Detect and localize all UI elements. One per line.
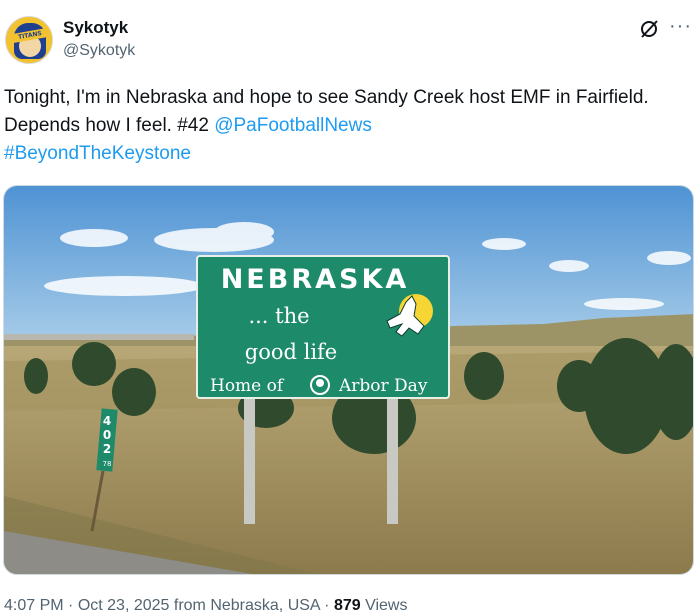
sign-footer-left: Home of bbox=[210, 376, 285, 396]
display-name[interactable]: Sykotyk bbox=[63, 18, 128, 38]
sign-line2: good life bbox=[245, 340, 337, 364]
user-handle[interactable]: @Sykotyk bbox=[63, 42, 135, 60]
sign-line1: ... the bbox=[248, 304, 309, 328]
views-label: Views bbox=[360, 597, 408, 614]
more-horizontal-icon[interactable]: ··· bbox=[669, 16, 692, 36]
meta-separator: · bbox=[319, 597, 334, 614]
mention-link[interactable]: @PaFootballNews bbox=[214, 115, 372, 136]
sign-footer-right: Arbor Day bbox=[338, 376, 428, 396]
tweet-date[interactable]: Oct 23, 2025 bbox=[78, 597, 170, 614]
tweet-meta: 4:07 PM · Oct 23, 2025 from Nebraska, US… bbox=[4, 597, 407, 615]
nebraska-sign: NEBRASKA ... the good life Home of Arbor… bbox=[196, 255, 450, 399]
hashtag-link[interactable]: #BeyondTheKeystone bbox=[4, 143, 191, 164]
meta-separator: · bbox=[63, 597, 78, 614]
sign-post-left bbox=[244, 396, 255, 524]
milepost-digit-2: 0 bbox=[103, 428, 111, 442]
tweet-location: from Nebraska, USA bbox=[169, 597, 320, 614]
milepost-digit-3: 2 bbox=[103, 442, 111, 456]
milepost-small: 78 bbox=[103, 460, 112, 468]
overpass bbox=[4, 334, 194, 340]
tweet-photo[interactable]: NEBRASKA ... the good life Home of Arbor… bbox=[3, 185, 694, 575]
sign-post-right bbox=[387, 396, 398, 524]
tweet-text: Tonight, I'm in Nebraska and hope to see… bbox=[4, 84, 694, 168]
views-count[interactable]: 879 bbox=[334, 597, 361, 614]
grok-slash-icon[interactable] bbox=[638, 18, 660, 40]
avatar[interactable]: TITANS bbox=[5, 16, 53, 64]
tweet-time[interactable]: 4:07 PM bbox=[4, 597, 64, 614]
sign-title: NEBRASKA bbox=[221, 264, 410, 295]
milepost-digit-1: 4 bbox=[103, 414, 111, 428]
